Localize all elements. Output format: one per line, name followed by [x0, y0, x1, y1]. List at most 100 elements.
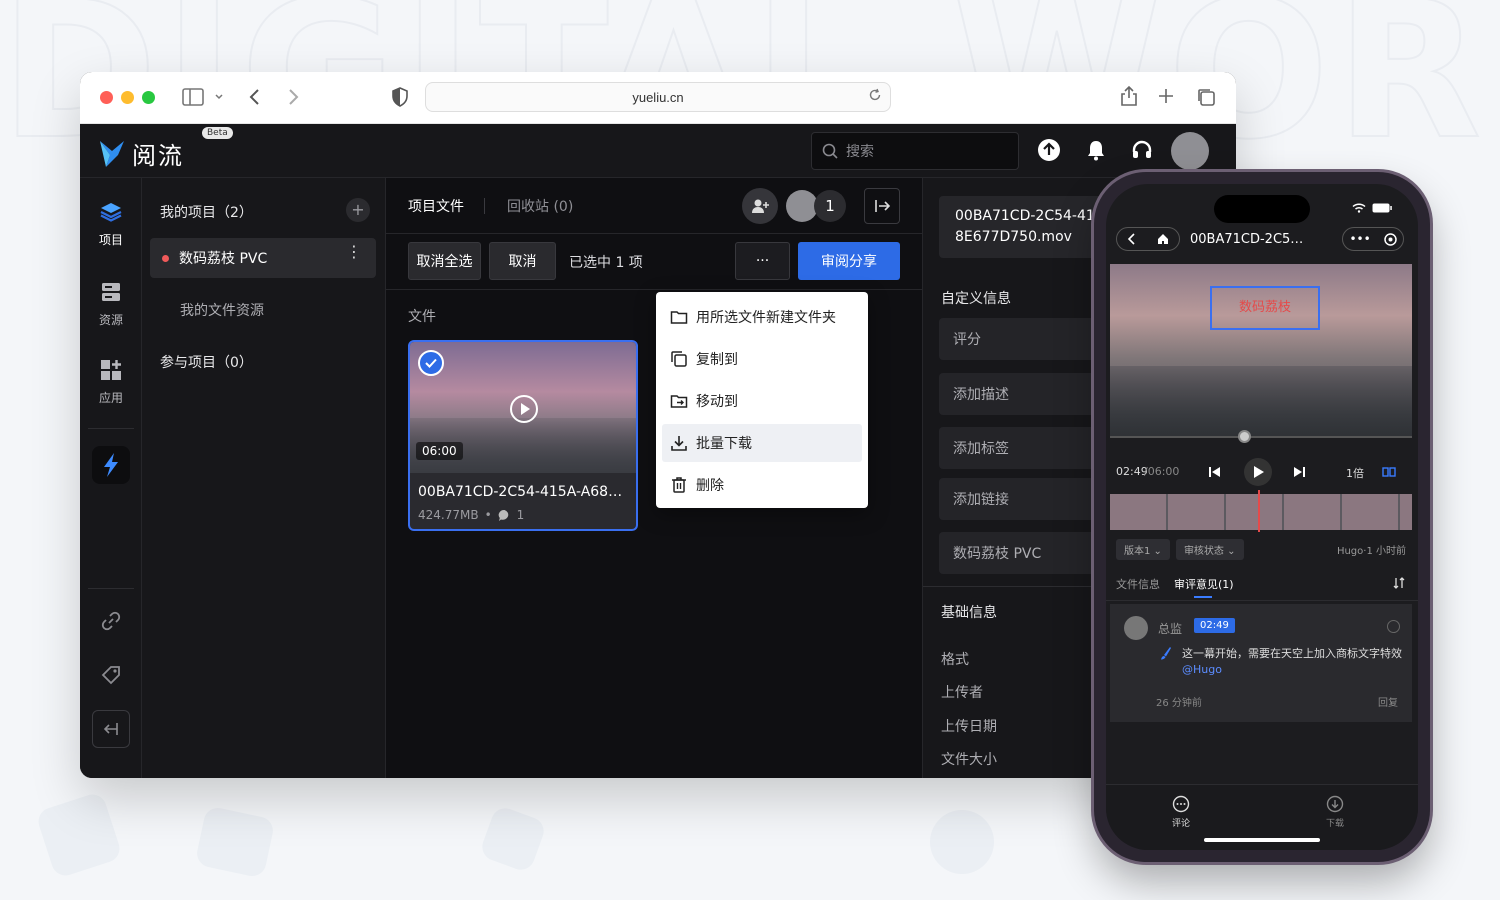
- review-share-button[interactable]: 审阅分享: [798, 242, 900, 280]
- comment-mention[interactable]: @Hugo: [1182, 663, 1222, 676]
- tag-button[interactable]: [92, 656, 130, 694]
- download-icon: [671, 436, 687, 451]
- phone-video-player[interactable]: 数码荔枝: [1110, 264, 1412, 436]
- upload-icon[interactable]: [1037, 138, 1061, 162]
- headset-icon[interactable]: [1130, 138, 1154, 162]
- maximize-window-button[interactable]: [142, 91, 155, 104]
- shield-icon[interactable]: [392, 87, 408, 107]
- app-logo[interactable]: 阅流: [98, 136, 184, 171]
- close-circle-icon[interactable]: [1383, 232, 1397, 246]
- forward-icon[interactable]: [286, 87, 300, 107]
- reload-icon[interactable]: [868, 88, 882, 102]
- menu-item-label: 移动到: [696, 394, 738, 410]
- project-item-active[interactable]: 数码荔枝 PVC ⋮: [150, 238, 376, 278]
- project-more-icon[interactable]: ⋮: [346, 244, 362, 260]
- video-filmstrip[interactable]: [1110, 494, 1412, 530]
- menu-item-label: 批量下载: [696, 436, 752, 452]
- my-resources-link[interactable]: 我的文件资源: [180, 300, 264, 320]
- address-bar[interactable]: yueliu.cn: [425, 82, 891, 112]
- collapse-button[interactable]: [92, 710, 130, 748]
- comment-card[interactable]: 总监 02:49 这一幕开始，需要在天空上加入商标文字特效 @Hugo 26 分…: [1110, 604, 1412, 722]
- link-button[interactable]: [92, 602, 130, 640]
- bottom-comment-button[interactable]: 评论: [1166, 795, 1196, 829]
- tab-review-comments[interactable]: 审评意见(1): [1174, 576, 1234, 592]
- left-rail: 项目 资源 应用: [80, 178, 142, 778]
- prev-frame-icon[interactable]: [1208, 465, 1222, 479]
- tab-underline: [1194, 596, 1212, 598]
- back-icon[interactable]: [1127, 233, 1137, 245]
- version-row: 版本1 ⌄ 审核状态 ⌄ Hugo·1 小时前: [1116, 538, 1406, 560]
- invite-member-button[interactable]: [742, 188, 778, 224]
- exit-icon: [875, 200, 891, 212]
- back-icon[interactable]: [248, 87, 262, 107]
- menu-item-move-to[interactable]: 移动到: [662, 382, 862, 420]
- selected-check-icon[interactable]: [418, 350, 444, 376]
- sort-icon[interactable]: [1392, 576, 1406, 590]
- menu-item-copy-to[interactable]: 复制到: [662, 340, 862, 378]
- rail-app-shortcut[interactable]: [92, 446, 130, 484]
- exit-project-button[interactable]: [864, 188, 900, 224]
- close-window-button[interactable]: [100, 91, 113, 104]
- files-section-label: 文件: [408, 309, 436, 325]
- basic-info-heading: 基础信息: [941, 605, 997, 621]
- menu-item-label: 用所选文件新建文件夹: [696, 310, 836, 326]
- cancel-button[interactable]: 取消: [489, 242, 556, 280]
- deselect-all-button[interactable]: 取消全选: [408, 242, 481, 280]
- rail-item-projects[interactable]: 项目: [80, 200, 142, 248]
- tab-trash[interactable]: 回收站 (0): [507, 196, 573, 216]
- more-icon[interactable]: •••: [1349, 232, 1370, 246]
- filmstrip-playhead[interactable]: [1258, 490, 1260, 532]
- chevron-down-icon[interactable]: [214, 92, 224, 102]
- video-scrubber[interactable]: [1110, 436, 1412, 438]
- minimize-window-button[interactable]: [121, 91, 134, 104]
- search-input[interactable]: 搜索: [811, 132, 1019, 170]
- dynamic-island: [1214, 195, 1310, 223]
- tab-file-info[interactable]: 文件信息: [1116, 576, 1160, 592]
- rail-item-resources[interactable]: 资源: [80, 280, 142, 328]
- play-icon[interactable]: [510, 395, 538, 423]
- reply-button[interactable]: 回复: [1378, 694, 1398, 709]
- tabs-overview-icon[interactable]: [1196, 87, 1216, 107]
- version-chip[interactable]: 版本1 ⌄: [1116, 538, 1170, 560]
- more-actions-button[interactable]: ···: [735, 242, 790, 280]
- joined-projects-heading[interactable]: 参与项目（0）: [160, 352, 253, 372]
- phone-nav-buttons: [1116, 227, 1180, 251]
- resolve-circle-icon[interactable]: [1387, 620, 1400, 633]
- user-avatar[interactable]: [1171, 132, 1209, 170]
- add-project-button[interactable]: +: [346, 198, 370, 222]
- rail-label: 项目: [98, 233, 123, 247]
- file-size: 424.77MB: [418, 508, 479, 522]
- share-icon[interactable]: [1120, 85, 1138, 107]
- comment-timestamp[interactable]: 02:49: [1194, 618, 1235, 633]
- rail-item-apps[interactable]: 应用: [80, 358, 142, 406]
- menu-item-new-folder[interactable]: 用所选文件新建文件夹: [662, 298, 862, 336]
- scrubber-knob[interactable]: [1238, 430, 1251, 443]
- rating-label: 评分: [953, 332, 981, 348]
- playback-speed[interactable]: 1倍: [1346, 465, 1364, 481]
- play-button[interactable]: [1244, 458, 1272, 486]
- move-icon: [670, 395, 688, 408]
- home-icon[interactable]: [1157, 233, 1169, 245]
- brush-icon: [1161, 647, 1171, 660]
- video-duration: 06:00: [416, 442, 463, 460]
- review-status-chip[interactable]: 审核状态 ⌄: [1175, 538, 1244, 560]
- file-card[interactable]: 06:00 00BA71CD-2C54-415A-A68… 424.77MB •…: [408, 340, 638, 531]
- comment-text: 这一幕开始，需要在天空上加入商标文字特效 @Hugo: [1182, 647, 1402, 676]
- menu-item-delete[interactable]: 删除: [662, 466, 862, 504]
- menu-item-batch-download[interactable]: 批量下载: [662, 424, 862, 462]
- compare-icon[interactable]: [1382, 465, 1396, 479]
- apps-icon: [101, 360, 121, 380]
- next-frame-icon[interactable]: [1292, 465, 1306, 479]
- bell-icon[interactable]: [1084, 138, 1108, 162]
- background-decoration: [34, 790, 124, 880]
- wifi-icon: [1352, 203, 1366, 213]
- bottom-comment-label: 评论: [1171, 819, 1190, 829]
- file-meta: 424.77MB • 1: [418, 508, 524, 522]
- new-tab-icon[interactable]: [1158, 88, 1174, 104]
- sidebar-toggle-icon[interactable]: [182, 88, 204, 106]
- bottom-download-button[interactable]: 下载: [1320, 795, 1350, 829]
- phone-capsule-menu: •••: [1342, 227, 1404, 251]
- tab-project-files[interactable]: 项目文件: [408, 196, 464, 216]
- member-count-badge[interactable]: 1: [814, 190, 846, 222]
- custom-info-heading: 自定义信息: [941, 291, 1011, 307]
